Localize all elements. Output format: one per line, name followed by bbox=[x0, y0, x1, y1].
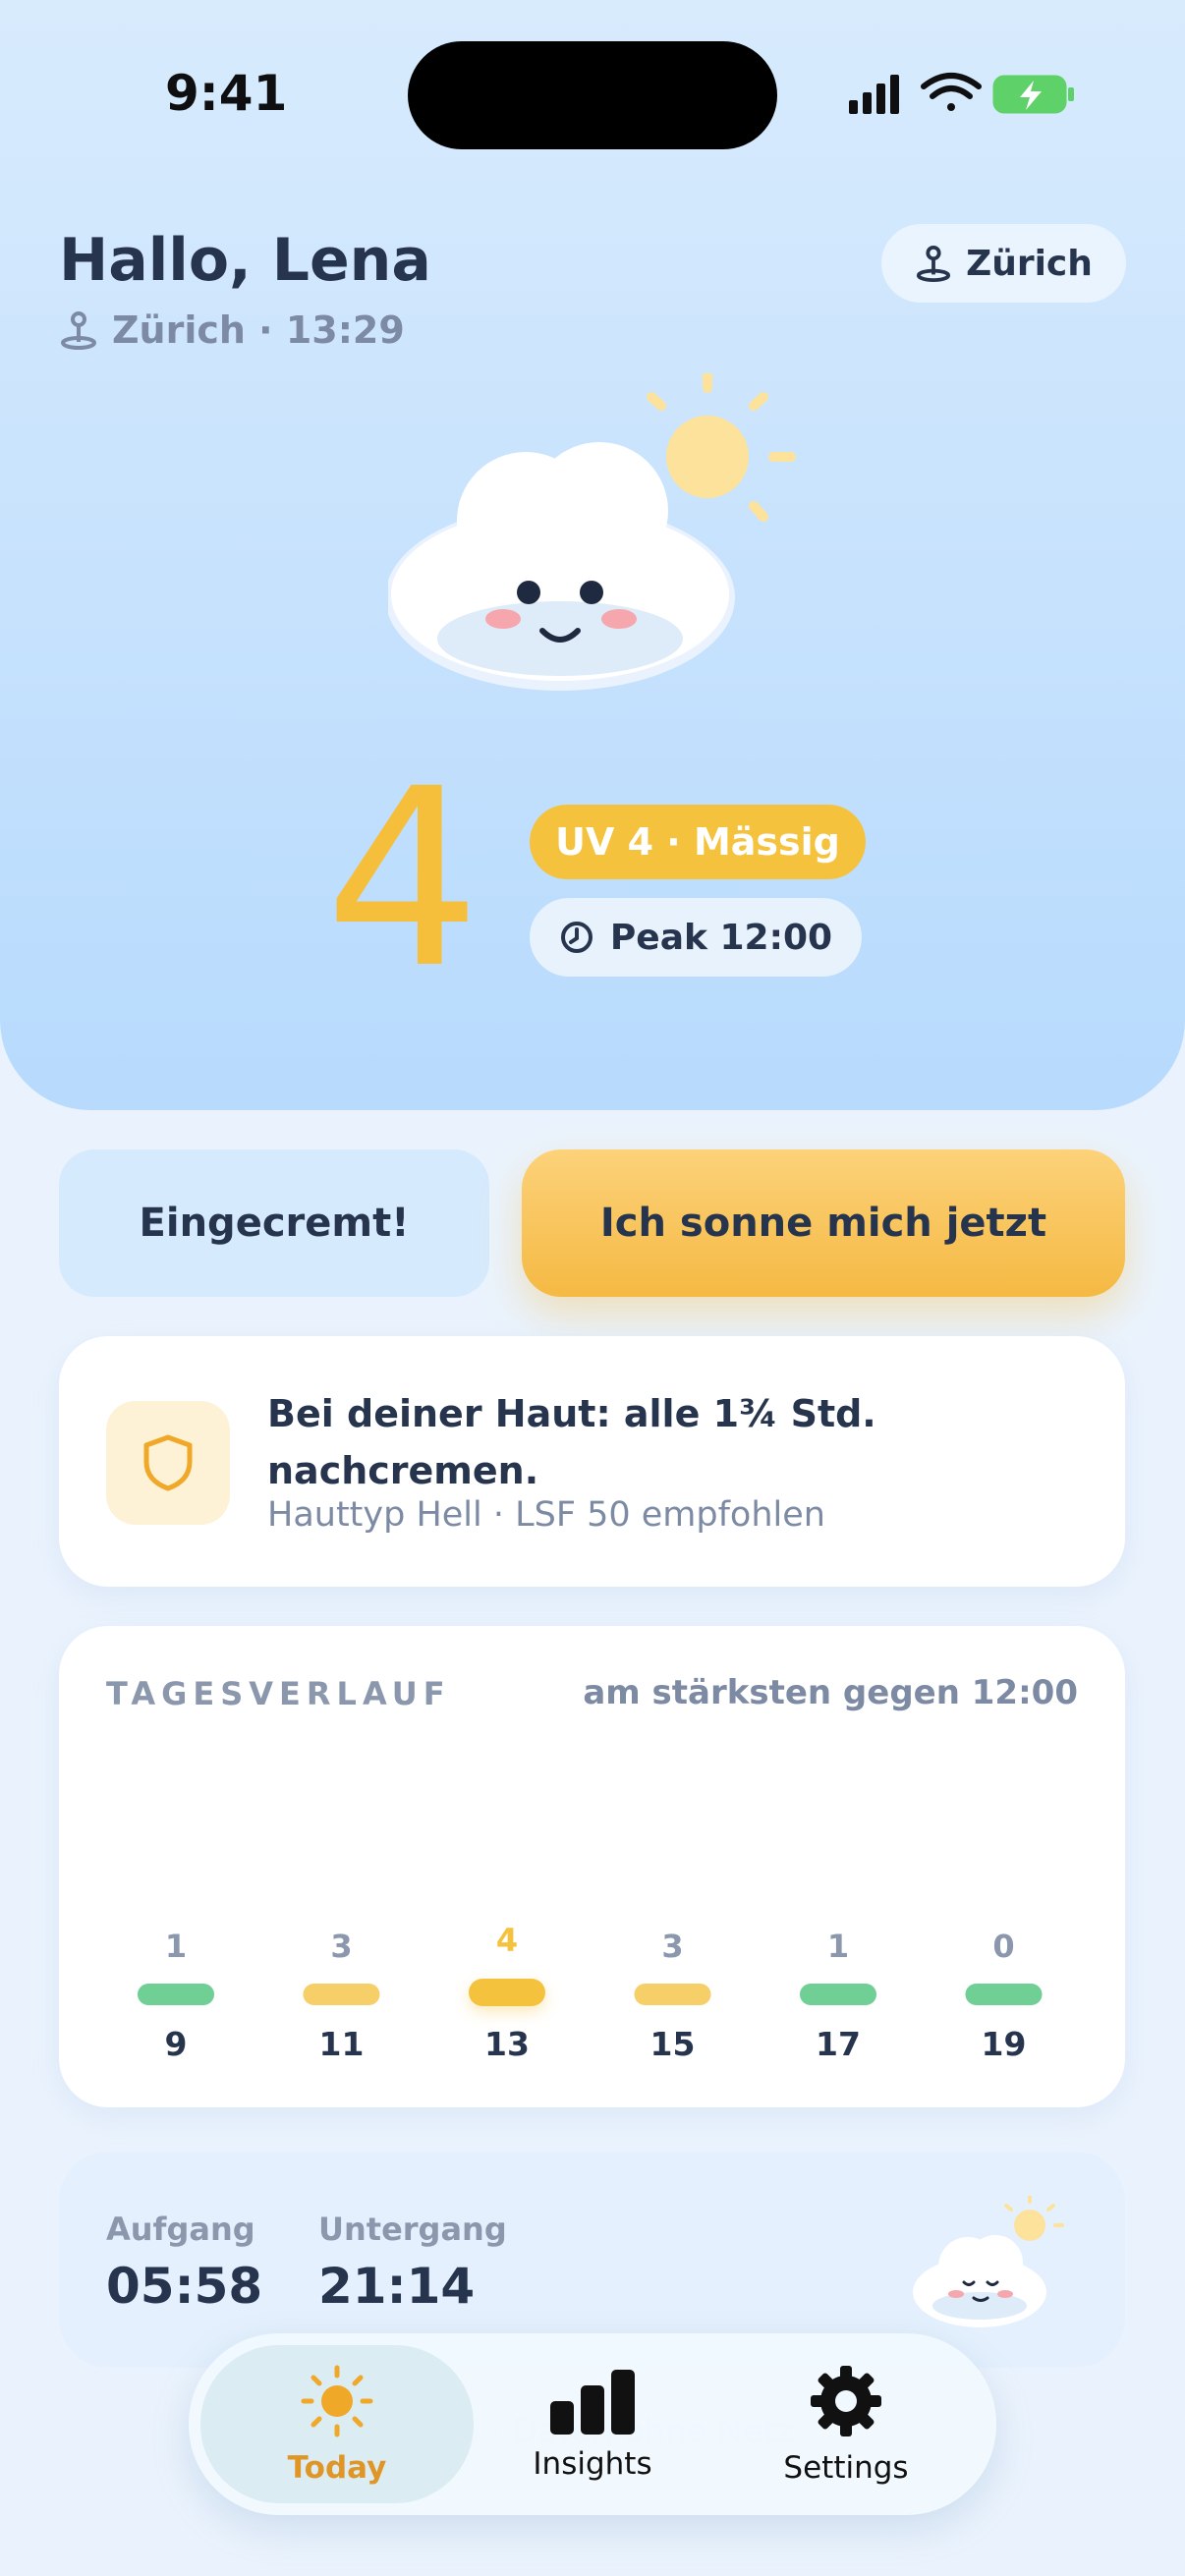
bar-chart-icon bbox=[550, 2369, 635, 2435]
tab-today-label: Today bbox=[287, 2449, 387, 2486]
uv-index-value: 4 bbox=[324, 736, 481, 1022]
tab-settings-label: Settings bbox=[783, 2449, 909, 2486]
chart-value-label: 3 bbox=[661, 1928, 683, 1965]
location-pin-icon bbox=[61, 311, 96, 350]
sunscreen-applied-button[interactable]: Eingecremt! bbox=[59, 1149, 489, 1297]
greeting: Hallo, Lena bbox=[59, 226, 431, 295]
chart-hour-label: 11 bbox=[319, 2025, 365, 2063]
sunset-label: Untergang bbox=[318, 2211, 507, 2248]
location-time-text: Zürich · 13:29 bbox=[112, 308, 405, 352]
chart-value-label: 1 bbox=[165, 1928, 187, 1965]
chart-bar bbox=[634, 1984, 711, 2005]
chart-bar bbox=[469, 1979, 545, 2006]
chart-bar bbox=[965, 1984, 1043, 2005]
location-pill[interactable]: Zürich bbox=[881, 224, 1126, 303]
shield-icon-box bbox=[106, 1401, 230, 1525]
sunset-value: 21:14 bbox=[318, 2258, 476, 2315]
start-sunbathing-button[interactable]: Ich sonne mich jetzt bbox=[522, 1149, 1125, 1297]
clock-icon bbox=[560, 922, 592, 953]
location-line: Zürich · 13:29 bbox=[59, 308, 405, 352]
tab-insights-label: Insights bbox=[533, 2445, 652, 2482]
chart-bar bbox=[800, 1984, 876, 2005]
reapply-advice-card: Bei deiner Haut: alle 1¾ Std. nachcremen… bbox=[59, 1336, 1125, 1587]
location-pin-icon bbox=[916, 245, 951, 282]
gear-icon bbox=[811, 2365, 881, 2436]
location-pill-label: Zürich bbox=[966, 243, 1093, 284]
uv-level-badge: UV 4 · Mässig bbox=[530, 805, 866, 879]
peak-time-label: Peak 12:00 bbox=[609, 917, 833, 958]
status-icons bbox=[849, 73, 1074, 114]
shield-icon bbox=[143, 1434, 193, 1491]
daily-uv-chart-card: TAGESVERLAUF am stärksten gegen 12:00 19… bbox=[59, 1626, 1125, 2107]
sleeping-cloud-icon bbox=[913, 2196, 1064, 2327]
chart-bar bbox=[303, 1984, 380, 2005]
uv-chart: 19311413315117019 bbox=[138, 1922, 1043, 2063]
chart-hour-label: 13 bbox=[484, 2025, 530, 2063]
sunrise-value: 05:58 bbox=[106, 2258, 263, 2315]
cellular-signal-icon bbox=[849, 75, 899, 114]
chart-value-label: 1 bbox=[827, 1928, 849, 1965]
tab-insights[interactable]: Insights bbox=[456, 2345, 729, 2503]
peak-time-pill: Peak 12:00 bbox=[530, 898, 862, 977]
status-time: 9:41 bbox=[165, 65, 288, 122]
advice-subtitle: Hauttyp Hell · LSF 50 empfohlen bbox=[267, 1495, 825, 1535]
advice-title: Bei deiner Haut: alle 1¾ Std. nachcremen… bbox=[267, 1392, 876, 1492]
sun-icon bbox=[301, 2365, 373, 2436]
dynamic-island bbox=[408, 41, 777, 149]
battery-icon bbox=[992, 75, 1074, 114]
chart-hour-label: 17 bbox=[816, 2025, 861, 2063]
cloud-mascot-illustration bbox=[388, 373, 796, 691]
tab-settings[interactable]: Settings bbox=[709, 2345, 983, 2503]
sun-illustration bbox=[647, 373, 796, 522]
chart-hour-label: 9 bbox=[165, 2025, 188, 2063]
tab-bar: Today Insights Settings bbox=[189, 2333, 996, 2515]
chart-value-label: 4 bbox=[496, 1922, 518, 1959]
chart-value-label: 3 bbox=[330, 1928, 352, 1965]
chart-bar bbox=[138, 1984, 214, 2005]
sunrise-label: Aufgang bbox=[106, 2211, 255, 2248]
chart-value-label: 0 bbox=[992, 1928, 1014, 1965]
chart-hour-label: 19 bbox=[982, 2025, 1027, 2063]
wifi-icon bbox=[921, 73, 982, 111]
chart-hour-label: 15 bbox=[650, 2025, 696, 2063]
tab-today[interactable]: Today bbox=[200, 2345, 474, 2503]
